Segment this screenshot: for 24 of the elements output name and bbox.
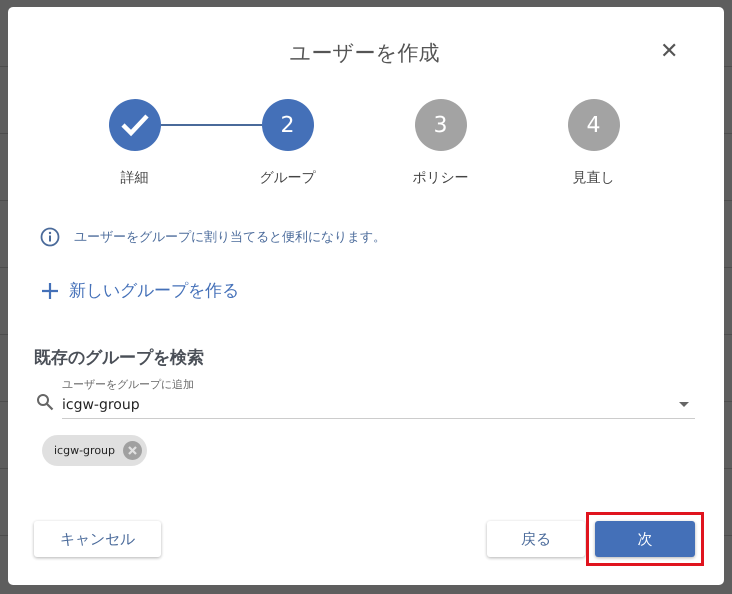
step-label: ポリシー (412, 169, 468, 187)
plus-icon (41, 282, 59, 300)
close-button[interactable]: ✕ (656, 38, 682, 64)
step-label: グループ (260, 169, 316, 187)
next-button[interactable]: 次 (595, 521, 695, 557)
search-icon (36, 393, 54, 411)
cancel-button[interactable]: キャンセル (34, 521, 161, 557)
step-label: 見直し (572, 169, 614, 187)
info-text: ユーザーをグループに割り当てると便利になります。 (74, 229, 386, 246)
step-label: 詳細 (120, 169, 148, 187)
field-label: ユーザーをグループに追加 (62, 377, 195, 392)
back-button[interactable]: 戻る (487, 521, 585, 557)
step-number: 4 (586, 112, 600, 138)
step-number: 2 (280, 112, 294, 138)
section-heading: 既存のグループを検索 (34, 347, 205, 369)
check-icon (120, 113, 150, 137)
group-search-field[interactable]: icgw-group (62, 397, 679, 413)
create-group-link[interactable]: 新しいグループを作る (41, 279, 239, 302)
chip-label: icgw-group (54, 444, 115, 457)
dialog-title: ユーザーを作成 (290, 40, 440, 67)
remove-icon[interactable] (123, 441, 142, 460)
dropdown-caret-icon (679, 402, 689, 408)
step-number: 3 (434, 112, 448, 138)
info-icon (40, 227, 60, 247)
